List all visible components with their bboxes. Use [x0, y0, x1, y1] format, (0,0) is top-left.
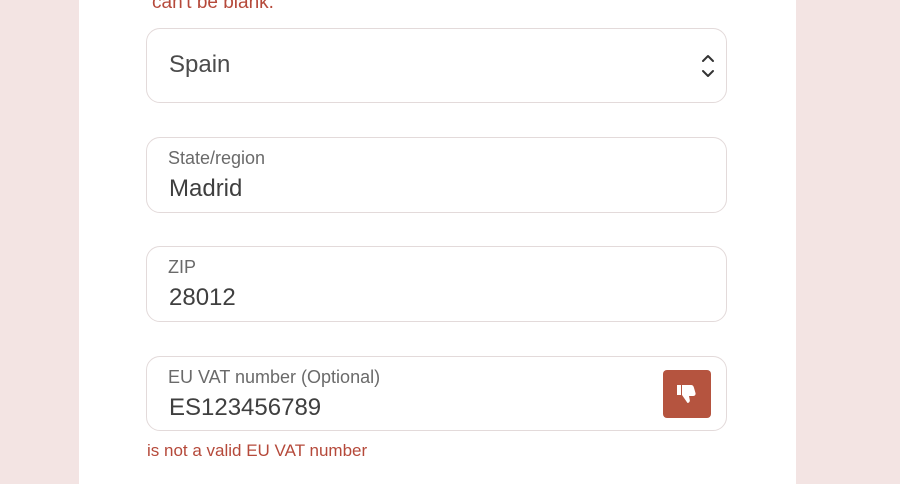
country-select-value: Spain [169, 51, 231, 78]
state-region-field[interactable]: State/region Madrid [146, 137, 727, 213]
page: can't be blank. Spain State/region Madri… [0, 0, 900, 484]
eu-vat-label: EU VAT number (Optional) [168, 367, 381, 387]
eu-vat-input[interactable]: ES123456789 [169, 394, 321, 422]
eu-vat-field[interactable]: EU VAT number (Optional) ES123456789 [146, 356, 727, 431]
country-select[interactable]: Spain [146, 28, 727, 103]
field-error-message: can't be blank. [152, 0, 274, 13]
vat-validation-button[interactable] [663, 370, 711, 418]
zip-label: ZIP [168, 257, 197, 277]
thumbs-down-icon [677, 385, 696, 403]
vat-error-message: is not a valid EU VAT number [147, 441, 368, 460]
zip-field[interactable]: ZIP 28012 [146, 246, 727, 322]
chevron-up-down-icon [702, 55, 714, 77]
state-region-input[interactable]: Madrid [169, 175, 242, 203]
state-region-label: State/region [168, 148, 266, 168]
zip-input[interactable]: 28012 [169, 284, 236, 312]
